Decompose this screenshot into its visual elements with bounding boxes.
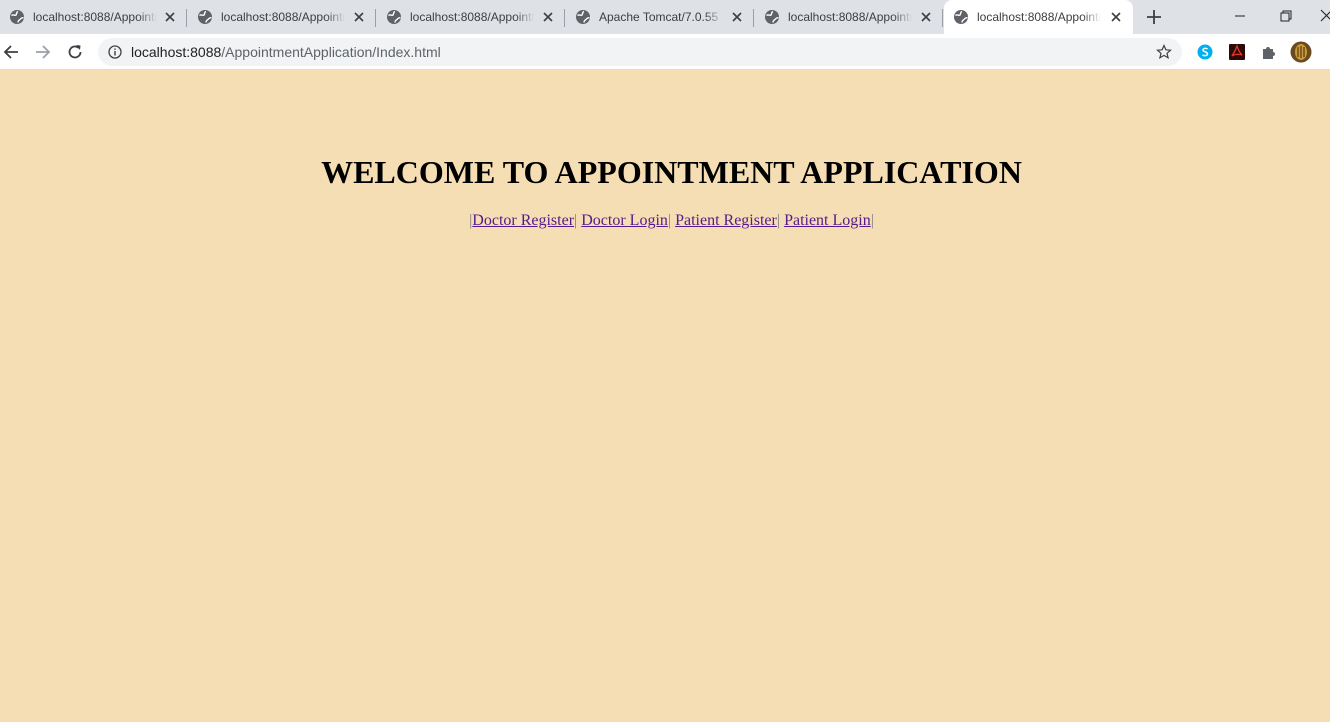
minimize-icon[interactable]	[1230, 6, 1250, 26]
browser-tab[interactable]: localhost:8088/AppointmentApplication	[188, 0, 376, 34]
link-separator: |	[776, 212, 781, 229]
browser-tab[interactable]: localhost:8088/AppointmentApplication	[0, 0, 187, 34]
tab-title: localhost:8088/AppointmentApplication	[410, 10, 534, 24]
tab-title: localhost:8088/AppointmentApplication	[977, 10, 1101, 24]
globe-icon	[576, 10, 590, 24]
globe-icon	[10, 10, 24, 24]
patient-register-link[interactable]: Patient Register	[675, 212, 777, 229]
close-icon[interactable]	[1109, 10, 1123, 24]
globe-icon	[387, 10, 401, 24]
reload-icon[interactable]	[65, 42, 85, 62]
tab-separator	[942, 9, 943, 27]
doctor-login-link[interactable]: Doctor Login	[581, 212, 668, 229]
address-bar[interactable]: localhost:8088/AppointmentApplication/In…	[98, 38, 1182, 66]
avatar[interactable]	[1290, 41, 1312, 63]
doctor-register-link[interactable]: Doctor Register	[472, 212, 574, 229]
browser-toolbar: localhost:8088/AppointmentApplication/In…	[0, 34, 1330, 70]
arrow-left-icon[interactable]	[2, 42, 22, 62]
link-separator: |	[574, 212, 578, 229]
close-window-icon[interactable]	[1318, 6, 1330, 26]
tab-separator	[375, 9, 376, 27]
tab-title: Apache Tomcat/7.0.55 - Error report	[599, 10, 723, 24]
globe-icon	[198, 10, 212, 24]
browser-tab[interactable]: Apache Tomcat/7.0.55 - Error report	[566, 0, 754, 34]
arrow-right-icon[interactable]	[32, 42, 52, 62]
skype-icon[interactable]	[1196, 43, 1214, 61]
star-icon[interactable]	[1156, 44, 1172, 60]
tab-strip: localhost:8088/AppointmentApplication lo…	[0, 0, 1330, 34]
globe-icon	[765, 10, 779, 24]
close-icon[interactable]	[919, 10, 933, 24]
browser-tab[interactable]: localhost:8088/AppointmentApplication	[755, 0, 943, 34]
info-icon[interactable]	[108, 45, 122, 59]
plus-icon[interactable]	[1144, 7, 1164, 27]
acrobat-icon[interactable]	[1228, 43, 1246, 61]
globe-icon	[954, 10, 968, 24]
patient-login-link[interactable]: Patient Login	[784, 212, 871, 229]
close-icon[interactable]	[352, 10, 366, 24]
nav-links: |Doctor Register| Doctor Login| Patient …	[0, 212, 1330, 230]
link-separator: |	[667, 212, 672, 229]
page-content: WELCOME TO APPOINTMENT APPLICATION |Doct…	[0, 70, 1330, 722]
close-icon[interactable]	[730, 10, 744, 24]
address-url: localhost:8088/AppointmentApplication/In…	[131, 44, 441, 60]
close-icon[interactable]	[541, 10, 555, 24]
tab-title: localhost:8088/AppointmentApplication	[33, 10, 157, 24]
address-host: localhost:8088	[131, 44, 222, 60]
puzzle-icon[interactable]	[1260, 43, 1278, 61]
browser-tab-active[interactable]: localhost:8088/AppointmentApplication	[944, 0, 1133, 34]
link-separator: |	[870, 212, 874, 229]
tab-title: localhost:8088/AppointmentApplication	[221, 10, 345, 24]
restore-icon[interactable]	[1276, 6, 1296, 26]
page-title: WELCOME TO APPOINTMENT APPLICATION	[321, 154, 1022, 190]
tab-separator	[186, 9, 187, 27]
close-icon[interactable]	[163, 10, 177, 24]
tab-separator	[564, 9, 565, 27]
browser-tab[interactable]: localhost:8088/AppointmentApplication	[377, 0, 565, 34]
tab-title: localhost:8088/AppointmentApplication	[788, 10, 912, 24]
address-path: /AppointmentApplication/Index.html	[221, 44, 441, 60]
tab-separator	[753, 9, 754, 27]
